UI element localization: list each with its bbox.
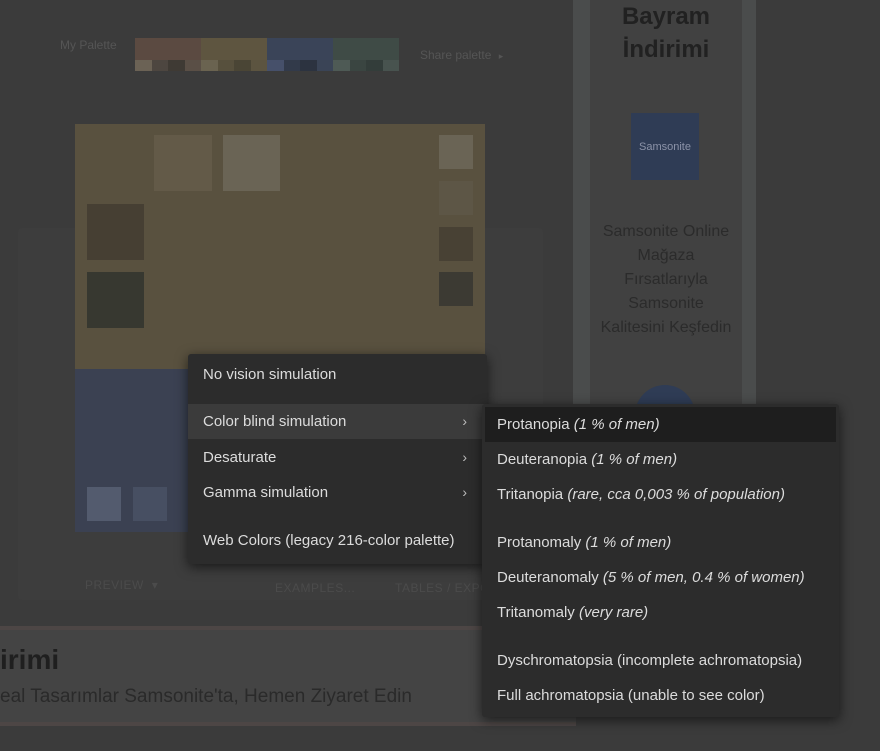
ad-body-line: Samsonite Online bbox=[602, 223, 730, 240]
color-blind-submenu: Protanopia (1 % of men) Deuteranopia (1 … bbox=[482, 404, 839, 717]
palette-swatch[interactable] bbox=[267, 38, 333, 60]
ad-title: Bayram İndirimi bbox=[590, 0, 742, 66]
preview-swatch bbox=[439, 181, 473, 215]
menu-item-note: (5 % of men, 0.4 % of women) bbox=[602, 569, 805, 586]
menu-item-web-colors[interactable]: Web Colors (legacy 216-color palette) bbox=[188, 523, 487, 558]
share-arrow-icon: ▸ bbox=[498, 51, 504, 61]
menu-item-no-vision-simulation[interactable]: No vision simulation bbox=[188, 357, 487, 392]
menu-item-label: No vision simulation bbox=[203, 366, 337, 383]
palette-group-3[interactable] bbox=[267, 38, 333, 71]
preview-swatch bbox=[439, 272, 473, 306]
menu-item-color-blind-simulation[interactable]: Color blind simulation › bbox=[188, 404, 487, 439]
menu-item-note: (1 % of men) bbox=[573, 416, 660, 433]
menu-item-protanopia[interactable]: Protanopia (1 % of men) bbox=[485, 407, 836, 442]
menu-item-note: (1 % of men) bbox=[591, 451, 678, 468]
menu-item-label: Desaturate bbox=[203, 449, 277, 466]
ad-body-line: Samsonite bbox=[628, 295, 704, 312]
menu-item-note: (very rare) bbox=[578, 604, 649, 621]
menu-item-label: Deuteranomaly bbox=[497, 569, 599, 586]
menu-item-deuteranopia[interactable]: Deuteranopia (1 % of men) bbox=[482, 442, 839, 477]
ad-title-line: İndirimi bbox=[622, 36, 710, 63]
menu-item-label: Protanomaly bbox=[497, 534, 582, 551]
palette-swatch[interactable] bbox=[201, 38, 267, 60]
samsonite-logo: Samsonite bbox=[631, 113, 699, 180]
menu-item-label: Gamma simulation bbox=[203, 484, 329, 501]
tab-examples[interactable]: EXAMPLES... bbox=[275, 581, 355, 595]
banner-subtitle: eal Tasarımlar Samsonite'ta, Hemen Ziyar… bbox=[0, 686, 412, 707]
banner-title: irimi bbox=[0, 644, 60, 675]
share-palette-label: Share palette bbox=[420, 48, 492, 62]
palette-group-2[interactable] bbox=[201, 38, 267, 71]
menu-item-label: Protanopia bbox=[497, 416, 570, 433]
palette-strip[interactable] bbox=[135, 38, 399, 71]
preview-swatch bbox=[439, 227, 473, 261]
menu-item-label: Dyschromatopsia (incomplete achromatopsi… bbox=[497, 652, 803, 669]
ad-body-line: Kalitesini Keşfedin bbox=[600, 319, 732, 336]
tab-preview[interactable]: PREVIEW ▾ bbox=[85, 578, 158, 592]
chevron-right-icon: › bbox=[462, 413, 467, 429]
preview-swatch bbox=[87, 272, 144, 328]
menu-item-label: Tritanomaly bbox=[497, 604, 575, 621]
ad-body-line: Mağaza bbox=[637, 247, 695, 264]
menu-item-protanomaly[interactable]: Protanomaly (1 % of men) bbox=[482, 525, 839, 560]
ad-title-line: Bayram bbox=[621, 3, 711, 30]
preview-swatch bbox=[439, 135, 473, 169]
menu-item-desaturate[interactable]: Desaturate › bbox=[188, 440, 487, 475]
menu-item-dyschromatopsia[interactable]: Dyschromatopsia (incomplete achromatopsi… bbox=[482, 643, 839, 678]
menu-item-full-achromatopsia[interactable]: Full achromatopsia (unable to see color) bbox=[482, 678, 839, 713]
palette-group-1[interactable] bbox=[135, 38, 201, 71]
preview-swatch bbox=[223, 135, 280, 191]
menu-item-label: Tritanopia bbox=[497, 486, 564, 503]
menu-item-tritanopia[interactable]: Tritanopia (rare, cca 0,003 % of populat… bbox=[482, 477, 839, 512]
preview-swatch bbox=[87, 204, 144, 260]
palette-swatch[interactable] bbox=[333, 38, 399, 60]
menu-item-label: Full achromatopsia (unable to see color) bbox=[497, 687, 765, 704]
preview-swatch bbox=[154, 135, 212, 191]
menu-item-note: (rare, cca 0,003 % of population) bbox=[567, 486, 785, 503]
palette-group-4[interactable] bbox=[333, 38, 399, 71]
ad-body-line: Fırsatlarıyla bbox=[624, 271, 708, 288]
menu-item-deuteranomaly[interactable]: Deuteranomaly (5 % of men, 0.4 % of wome… bbox=[482, 560, 839, 595]
my-palette-label: My Palette bbox=[60, 38, 117, 52]
chevron-right-icon: › bbox=[462, 449, 467, 465]
menu-item-label: Color blind simulation bbox=[203, 413, 347, 430]
preview-swatch bbox=[87, 487, 121, 521]
tab-preview-label: PREVIEW bbox=[85, 578, 144, 592]
share-palette-link[interactable]: Share palette ▸ bbox=[420, 48, 503, 62]
chevron-down-icon: ▾ bbox=[151, 578, 159, 592]
menu-item-gamma-simulation[interactable]: Gamma simulation › bbox=[188, 475, 487, 510]
menu-item-label: Web Colors (legacy 216-color palette) bbox=[203, 532, 455, 549]
preview-swatch bbox=[133, 487, 167, 521]
chevron-right-icon: › bbox=[462, 484, 467, 500]
menu-item-tritanomaly[interactable]: Tritanomaly (very rare) bbox=[482, 595, 839, 630]
tab-tables-export[interactable]: TABLES / EXPO bbox=[395, 581, 490, 595]
menu-item-note: (1 % of men) bbox=[585, 534, 672, 551]
menu-item-label: Deuteranopia bbox=[497, 451, 588, 468]
palette-swatch[interactable] bbox=[135, 38, 201, 60]
ad-body-text: Samsonite Online Mağaza Fırsatlarıyla Sa… bbox=[594, 220, 738, 340]
vision-simulation-menu: No vision simulation Color blind simulat… bbox=[188, 354, 487, 564]
